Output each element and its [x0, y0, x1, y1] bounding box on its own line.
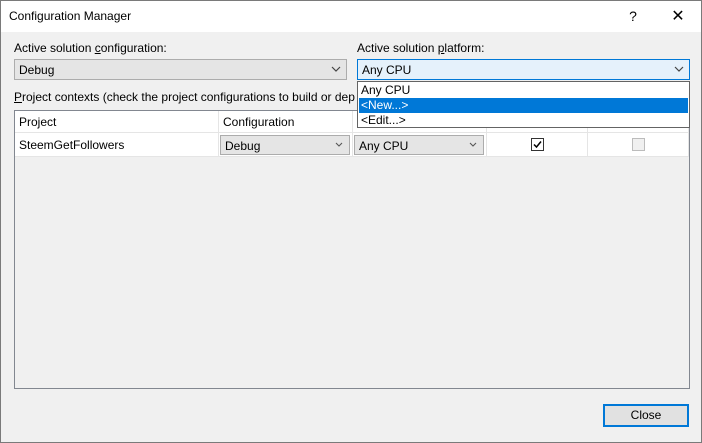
active-configuration-value: Debug	[19, 63, 55, 77]
table-row-deploy-cell	[588, 133, 689, 157]
project-name: SteemGetFollowers	[19, 138, 125, 152]
project-contexts-grid: Project Configuration SteemGetFollowers …	[14, 110, 690, 389]
deploy-checkbox	[632, 138, 645, 151]
dropdown-option-any-cpu[interactable]: Any CPU	[359, 83, 688, 98]
project-platform-value: Any CPU	[359, 139, 409, 153]
project-platform-combobox[interactable]: Any CPU	[354, 135, 484, 155]
chevron-down-icon	[469, 142, 477, 147]
chevron-down-icon	[335, 142, 343, 147]
column-header-project[interactable]: Project	[15, 111, 219, 133]
dialog-title: Configuration Manager	[9, 9, 132, 23]
active-configuration-combobox[interactable]: Debug	[14, 59, 347, 80]
table-row-configuration-cell: Debug	[219, 133, 353, 157]
column-header-configuration[interactable]: Configuration	[219, 111, 353, 133]
close-button[interactable]: Close	[603, 404, 689, 427]
build-checkbox[interactable]	[531, 138, 544, 151]
chevron-down-icon	[331, 66, 341, 72]
project-configuration-combobox[interactable]: Debug	[220, 135, 350, 155]
project-configuration-value: Debug	[225, 139, 261, 153]
dropdown-option-edit[interactable]: <Edit...>	[359, 113, 688, 128]
close-window-button[interactable]: ✕	[656, 1, 700, 32]
checkmark-icon	[533, 141, 542, 149]
active-platform-combobox[interactable]: Any CPU	[357, 59, 690, 80]
dropdown-option-new[interactable]: <New...>	[359, 98, 688, 113]
project-contexts-label: Project contexts (check the project conf…	[14, 90, 355, 104]
configuration-manager-dialog: Configuration Manager ? ✕ Active solutio…	[0, 0, 702, 443]
chevron-down-icon	[674, 66, 684, 72]
help-button[interactable]: ?	[611, 1, 655, 32]
title-bar: Configuration Manager ? ✕	[1, 1, 701, 32]
active-platform-value: Any CPU	[362, 63, 412, 77]
table-row-build-cell	[487, 133, 588, 157]
active-platform-label: Active solution platform:	[357, 41, 485, 55]
table-row-platform-cell: Any CPU	[353, 133, 487, 157]
table-row-project-cell[interactable]: SteemGetFollowers	[15, 133, 219, 157]
platform-dropdown-list: Any CPU <New...> <Edit...>	[357, 81, 690, 128]
active-configuration-label: Active solution configuration:	[14, 41, 167, 55]
